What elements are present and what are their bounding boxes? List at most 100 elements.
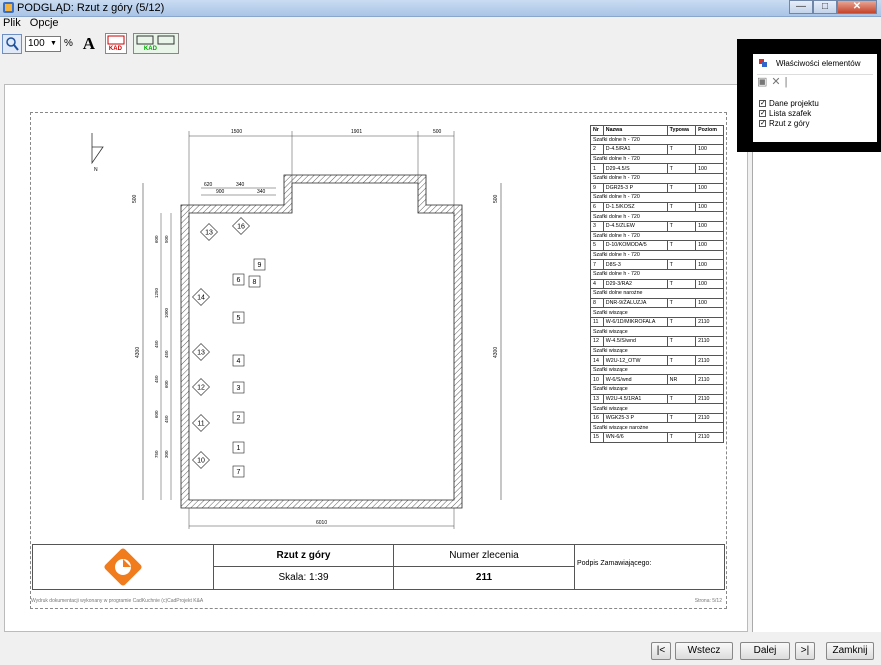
parts-cell-poz: 2110 [695, 355, 724, 366]
svg-text:9: 9 [258, 262, 262, 269]
signature-label: Podpis Zamawiającego: [577, 560, 652, 567]
dim-v6: 600 [154, 410, 159, 418]
back-button[interactable]: Wstecz [675, 642, 733, 660]
floor-plan: N 1500 1901 500 620 340 900 340 500 500 … [91, 129, 502, 529]
parts-cell-name: W-4.5/S/wnd [602, 336, 668, 347]
dim-v1: 600 [154, 235, 159, 243]
parts-header-cell: Poziom [695, 125, 724, 136]
dim-sub-4: 340 [257, 189, 266, 195]
box-label: 7 [232, 465, 245, 478]
parts-cell-name: DNR-9/ŻALUZJA [602, 297, 668, 309]
menu-opcje[interactable]: Opcje [27, 17, 62, 29]
parts-cell-poz: 100 [695, 240, 724, 251]
parts-category-row: Szafki dolne h - 720 [590, 268, 724, 280]
parts-cell-name: W-6/1D/MIKROFALA [602, 316, 668, 328]
parts-table-header: Nr Nazwa Typowa Poziom [590, 125, 724, 136]
parts-category-row: Szafki dolne narożne [590, 288, 724, 299]
dim-bottom: 6010 [316, 520, 327, 526]
parts-row: 16 WGK25-3 P T 2110 [590, 412, 724, 424]
parts-cell-typ: T [666, 259, 697, 270]
parts-cell-nr: 6 [590, 201, 604, 213]
dim-sub-2: 340 [236, 182, 245, 188]
parts-cell-name: D29-3/RA2 [602, 278, 668, 290]
dim-s6: 450 [164, 415, 169, 423]
parts-category-row: Szafki dolne h - 720 [590, 153, 724, 165]
parts-cell-nr: 9 [590, 182, 604, 194]
parts-cell-poz: 2110 [695, 336, 724, 347]
parts-cell-name: W-6/S/wnd [602, 374, 668, 386]
parts-cell-poz: 2110 [695, 393, 724, 405]
parts-cell-typ: T [666, 355, 697, 366]
zoom-unit: % [64, 38, 73, 49]
parts-cell-name: DGR25-3 P [602, 182, 668, 194]
app-icon [3, 2, 14, 13]
parts-cell-poz: 100 [695, 259, 724, 270]
category-cell: Szafki dolne h - 720 [590, 172, 724, 184]
close-window-button[interactable]: ✕ [837, 0, 877, 14]
window-title: PODGLĄD: Rzut z góry (5/12) [17, 2, 165, 14]
menu-bar: Plik Opcje [0, 17, 881, 30]
dim-v7: 750 [154, 450, 159, 458]
close-button[interactable]: Zamknij [826, 642, 874, 660]
parts-cell-poz: 100 [695, 144, 724, 155]
parts-cell-poz: 2110 [695, 432, 724, 443]
maximize-button[interactable]: □ [813, 0, 837, 14]
checkbox-icon[interactable]: ✓ [759, 120, 766, 127]
properties-icon [759, 59, 767, 67]
parts-cell-poz: 2110 [695, 316, 724, 328]
company-logo [104, 548, 142, 586]
parts-cell-typ: T [666, 201, 697, 213]
north-arrow: N [91, 133, 104, 173]
first-page-button[interactable]: |< [651, 642, 671, 660]
category-cell: Szafki dolne h - 720 [590, 192, 724, 203]
kad-icon [107, 35, 125, 45]
checkbox-lista-szafek[interactable]: ✓ Lista szafek [759, 109, 811, 118]
parts-cell-typ: T [666, 412, 697, 424]
parts-cell-name: D-10/KOMODA/5 [602, 240, 668, 251]
parts-cell-nr: 8 [590, 297, 604, 309]
category-cell: Szafki wiszące [590, 403, 724, 414]
category-cell: Szafki wiszące [590, 384, 724, 395]
last-page-button[interactable]: >| [795, 642, 815, 660]
parts-cell-nr: 5 [590, 240, 604, 251]
parts-cell-name: D-4.5/RA1 [602, 144, 668, 155]
checkbox-dane-projektu[interactable]: ✓ Dane projektu [759, 99, 819, 108]
parts-cell-nr: 11 [590, 316, 604, 328]
drawing-scale: Skala: 1:39 [278, 572, 329, 583]
dim-right-top: 500 [493, 194, 499, 203]
parts-cell-nr: 15 [590, 432, 604, 443]
minimize-button[interactable]: — [789, 0, 813, 14]
title-bar: PODGLĄD: Rzut z góry (5/12) — □ ✕ [0, 0, 881, 17]
category-cell: Szafki dolne h - 720 [590, 230, 724, 242]
parts-cell-nr: 10 [590, 374, 604, 386]
checkbox-icon[interactable]: ✓ [759, 110, 766, 117]
next-button[interactable]: Dalej [740, 642, 790, 660]
parts-cell-typ: T [666, 297, 697, 309]
menu-plik[interactable]: Plik [0, 17, 24, 29]
parts-cell-poz: 100 [695, 163, 724, 174]
close-icon[interactable]: ✕ [771, 75, 780, 88]
parts-cell-nr: 7 [590, 259, 604, 270]
parts-cell-typ: T [666, 393, 697, 405]
parts-cell-name: D8S-3 [602, 259, 668, 270]
checkbox-rzut-z-gory[interactable]: ✓ Rzut z góry [759, 119, 809, 128]
svg-text:12: 12 [197, 385, 205, 392]
dim-left-full: 4300 [135, 347, 141, 358]
category-cell: Szafki dolne h - 720 [590, 211, 724, 222]
zoom-icon[interactable] [2, 33, 22, 54]
parts-row: 4 D29-3/RA2 T 100 [590, 278, 724, 290]
zoom-select[interactable]: 100 ▼ [25, 35, 61, 52]
parts-row: 1 D29-4.5/S T 100 [590, 163, 724, 174]
parts-row: 5 D-10/KOMODA/5 T 100 [590, 240, 724, 251]
checkbox-icon[interactable]: ✓ [759, 100, 766, 107]
category-cell: Szafki dolne narożne [590, 288, 724, 299]
export-cad-all-button[interactable]: KAD [132, 33, 179, 54]
preview-area[interactable]: N 1500 1901 500 620 340 900 340 500 500 … [4, 84, 748, 632]
font-button[interactable]: A [79, 34, 99, 54]
dim-sub-1: 620 [204, 182, 213, 188]
parts-cell-name: D-4.5/ZLEW [602, 220, 668, 232]
save-icon[interactable]: ▣ [757, 75, 767, 88]
export-cad-button[interactable]: KAD [104, 33, 127, 54]
parts-row: 8 DNR-9/ŻALUZJA T 100 [590, 297, 724, 309]
dim-top-3: 500 [433, 129, 442, 135]
